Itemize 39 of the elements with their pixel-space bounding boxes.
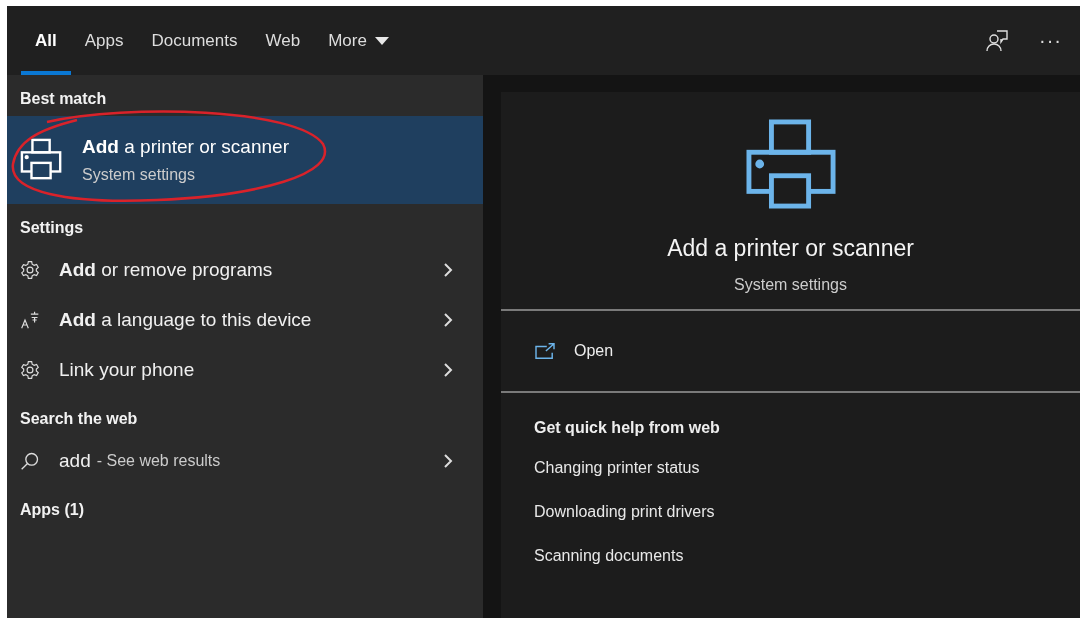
more-options-button[interactable]: ··· xyxy=(1039,29,1062,52)
tab[interactable]: Apps xyxy=(70,10,138,75)
chevron-icon xyxy=(443,312,453,328)
gear-icon xyxy=(20,260,40,280)
result-title: Add a language to this device xyxy=(59,309,312,331)
settings-result[interactable]: Add or remove programs xyxy=(7,245,483,295)
help-heading: Get quick help from web xyxy=(534,419,721,437)
result-subtitle: System settings xyxy=(82,166,196,184)
tab[interactable]: Documents xyxy=(137,10,252,75)
search-query: add xyxy=(59,450,91,472)
help-link[interactable]: Downloading print drivers xyxy=(534,503,1047,547)
open-icon xyxy=(534,342,556,360)
section-heading: Search the web xyxy=(19,409,139,429)
language-icon xyxy=(20,310,40,330)
tab[interactable]: Web xyxy=(251,10,315,75)
chevron-icon xyxy=(443,362,453,378)
feedback-icon[interactable] xyxy=(985,28,1009,53)
section-heading: Apps (1) xyxy=(19,500,85,520)
preview-title: Add a printer or scanner xyxy=(667,235,914,262)
section-heading: Settings xyxy=(19,218,85,238)
result-title: Link your phone xyxy=(59,359,195,381)
help-link[interactable]: Changing printer status xyxy=(534,459,1047,503)
gear-icon xyxy=(20,360,40,380)
result-title: Add a printer or scanner xyxy=(82,136,289,158)
printer-icon xyxy=(20,138,64,182)
settings-result[interactable]: Add a language to this device xyxy=(7,295,483,345)
search-icon xyxy=(20,451,40,471)
help-link[interactable]: Scanning documents xyxy=(534,547,1047,591)
section-heading: Best match xyxy=(19,89,108,109)
tab[interactable]: More xyxy=(314,10,403,75)
printer-icon xyxy=(745,119,836,209)
chevron-icon xyxy=(443,453,453,469)
open-action[interactable]: Open xyxy=(501,311,1080,393)
result-title: Add or remove programs xyxy=(59,259,273,281)
web-result[interactable]: add - See web results xyxy=(7,436,483,486)
settings-result[interactable]: Link your phone xyxy=(7,345,483,395)
preview-subtitle: System settings xyxy=(734,276,847,294)
chevron-icon xyxy=(443,262,453,278)
result-hint: - See web results xyxy=(96,452,221,470)
